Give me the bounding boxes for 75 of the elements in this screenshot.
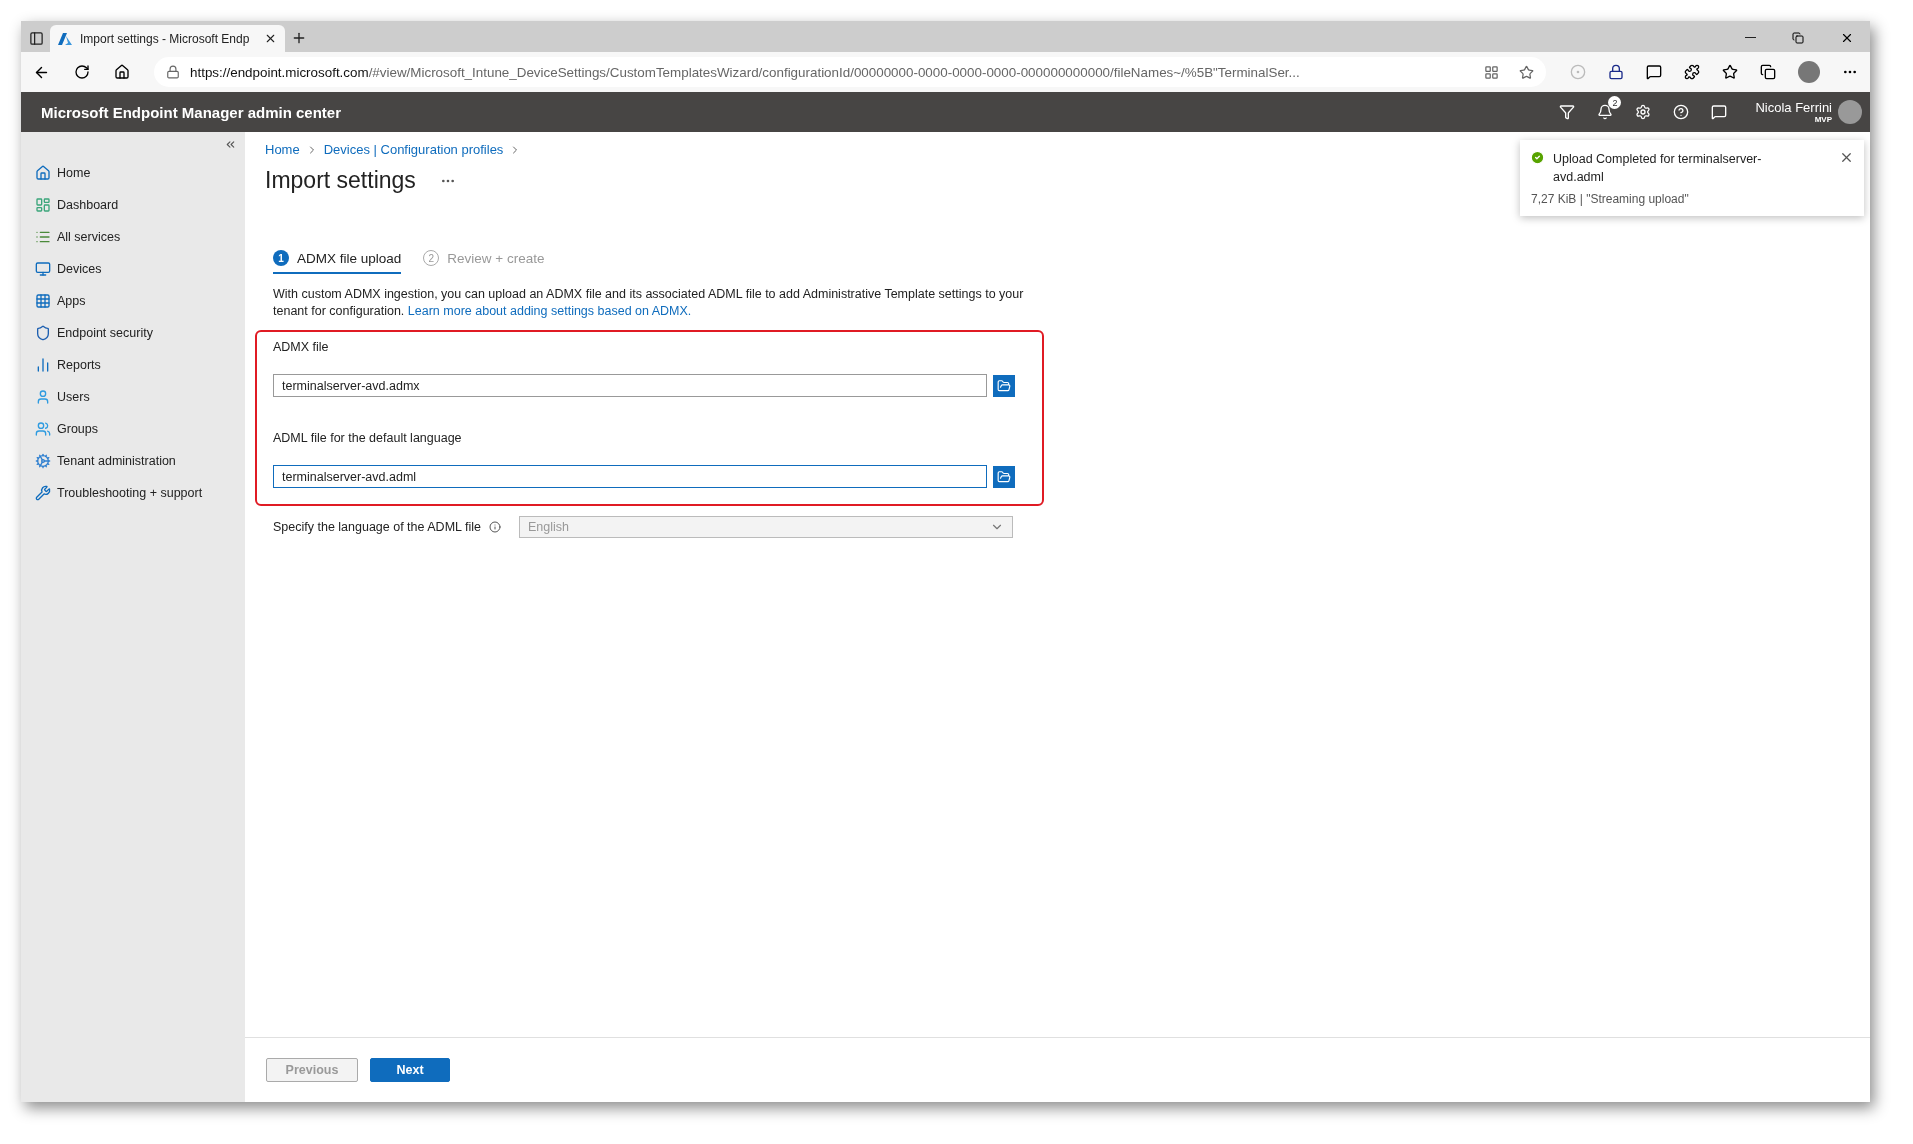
users-icon — [35, 421, 51, 437]
close-icon[interactable] — [1840, 31, 1854, 45]
sidebar-item[interactable]: Endpoint security — [35, 317, 245, 349]
chat-icon[interactable] — [1646, 64, 1662, 80]
check-icon — [1530, 150, 1545, 165]
notification-count: 2 — [1608, 96, 1622, 109]
info-icon — [489, 521, 501, 533]
feedback-icon[interactable] — [1711, 104, 1728, 120]
collections-icon[interactable] — [1760, 64, 1776, 80]
minimize-icon[interactable] — [1745, 37, 1756, 39]
field-label: Specify the language of the ADML file — [273, 520, 481, 534]
plus-icon[interactable] — [291, 30, 307, 46]
breadcrumb-link[interactable]: Devices | Configuration profiles — [323, 142, 504, 157]
toast-detail: 7,27 KiB | "Streaming upload" — [1531, 192, 1690, 206]
toast-title: Upload Completed for terminalserver-avd.adml — [1553, 151, 1763, 186]
bell-icon[interactable] — [1597, 104, 1614, 120]
field-label: ADMX file — [273, 340, 330, 354]
chart-icon — [35, 357, 51, 373]
lock-icon — [166, 65, 180, 79]
field-label: ADML file for the default language — [273, 431, 463, 445]
folder-icon — [997, 378, 1011, 393]
sidebar-item[interactable]: Users — [35, 381, 245, 413]
star-icon — [1519, 64, 1534, 80]
sidebar-item[interactable]: Tenant administration — [35, 445, 245, 477]
folder-icon — [997, 469, 1011, 484]
logo-icon — [58, 32, 72, 45]
file-input-field[interactable]: terminalserver-avd.admx — [273, 374, 987, 397]
browse-button[interactable] — [993, 465, 1015, 488]
sidebar-item[interactable]: Troubleshooting + support — [35, 477, 245, 509]
home-icon[interactable] — [114, 64, 130, 80]
sidebar-item[interactable]: Reports — [35, 349, 245, 381]
wrench-icon — [35, 485, 51, 501]
grid-icon — [1484, 64, 1499, 80]
learn-more-link[interactable]: Learn more about adding settings based on ADMX. — [407, 304, 692, 318]
user-icon — [35, 389, 51, 405]
grid-icon — [35, 293, 51, 309]
portal-title: Microsoft Endpoint Manager admin center — [41, 103, 343, 121]
lock-icon[interactable] — [1608, 64, 1624, 80]
sidebar-toggle-icon[interactable] — [29, 31, 44, 46]
file-input-field[interactable]: terminalserver-avd.adml — [273, 465, 987, 488]
star-icon[interactable] — [1722, 64, 1738, 80]
settings-icon[interactable] — [1635, 104, 1652, 120]
sidebar-item[interactable]: Groups — [35, 413, 245, 445]
filter-icon[interactable] — [1559, 104, 1576, 120]
monitor-icon — [35, 261, 51, 277]
list-icon — [35, 229, 51, 245]
avatar[interactable] — [1838, 100, 1862, 124]
sidebar-item[interactable]: All services — [35, 221, 245, 253]
browser-tab[interactable]: Import settings - Microsoft Endp — [50, 25, 285, 52]
next-button[interactable]: Next — [370, 1058, 450, 1082]
collapse-icon[interactable] — [224, 138, 237, 151]
help-icon[interactable] — [1673, 104, 1690, 120]
user-name[interactable]: Nicola Ferrini — [1755, 100, 1832, 115]
address-bar[interactable]: https://endpoint.microsoft.com/#view/Microsoft_Intune_DeviceSettings/CustomTemplatesWizard/configurationId/00000000-0000-0000-0000-000000000000/fileNames~/%5B"TerminalSer... — [154, 57, 1546, 87]
close-icon[interactable] — [1839, 150, 1854, 165]
sidebar-item[interactable]: Dashboard — [35, 189, 245, 221]
step-number: 1 — [273, 250, 289, 266]
description-text: With custom ADMX ingestion, you can upload an ADMX file and its associated ADML file to add Administrative Template settings to your tenant for configuration. Learn more about adding settings based on ADMX. — [273, 286, 1025, 320]
breadcrumb-link[interactable]: Home — [265, 142, 300, 157]
restore-icon[interactable] — [1792, 32, 1804, 44]
puzzle-icon[interactable] — [1684, 64, 1700, 80]
refresh-icon[interactable] — [74, 64, 90, 80]
shield-icon — [35, 325, 51, 341]
wizard-tab[interactable]: 1 ADMX file upload — [273, 250, 402, 274]
sidebar-item[interactable]: Home — [35, 157, 245, 189]
house-icon — [35, 165, 51, 181]
sidebar-item[interactable]: Devices — [35, 253, 245, 285]
user-badge-label: MVP — [1814, 115, 1832, 124]
avatar[interactable] — [1798, 61, 1820, 83]
browse-button[interactable] — [993, 374, 1015, 397]
sidebar-item[interactable]: Apps — [35, 285, 245, 317]
page-title: Import settings — [265, 167, 416, 194]
gear-icon — [35, 453, 51, 469]
close-icon[interactable] — [264, 32, 277, 45]
dashboard-icon — [35, 197, 51, 213]
